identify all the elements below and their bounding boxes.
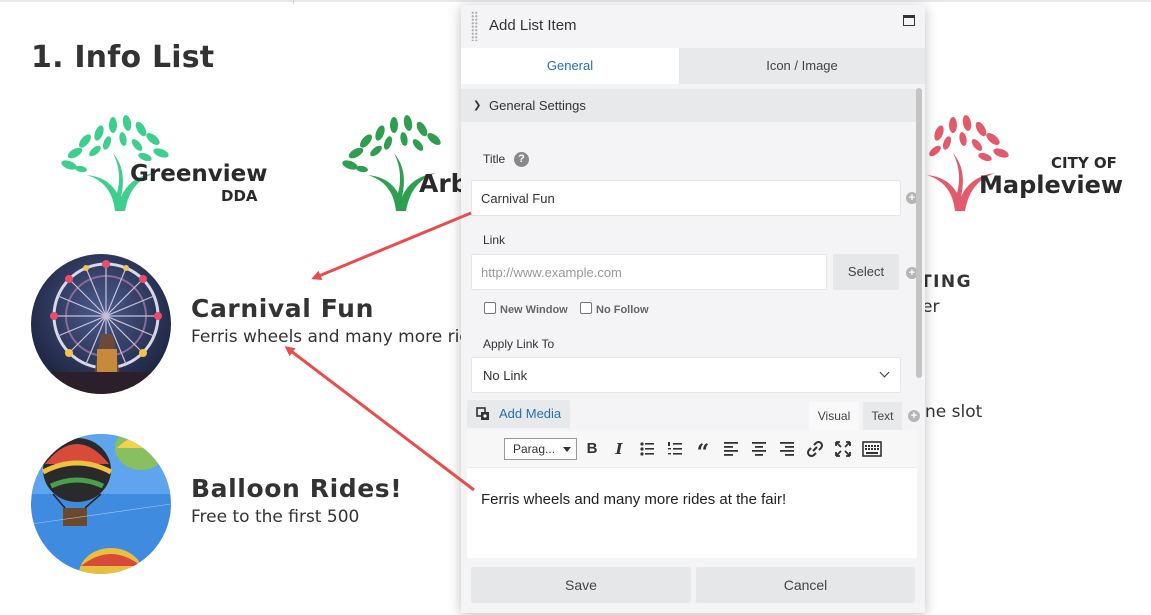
logo-greenview-name: Greenview — [130, 161, 268, 187]
paragraph-format-value: Parag... — [513, 442, 556, 456]
partial-heading: TING — [920, 272, 973, 292]
logo-greenview-sub: DDA — [221, 187, 258, 205]
plus-icon[interactable]: + — [908, 410, 920, 422]
blockquote-icon[interactable]: “ — [694, 440, 712, 466]
apply-link-to-value: No Link — [483, 367, 528, 383]
top-divider — [0, 0, 1151, 2]
arrow-to-description — [284, 346, 475, 492]
title-label: Title — [483, 152, 506, 166]
list-item-title: Balloon Rides! — [191, 474, 403, 503]
tab-visual[interactable]: Visual — [809, 402, 859, 430]
scrollbar[interactable] — [916, 88, 922, 378]
logo-greenview: Greenview DDA — [55, 113, 268, 213]
list-item-description: Free to the first 500 — [191, 507, 360, 527]
no-follow-checkbox[interactable] — [580, 302, 592, 314]
paragraph-format-select[interactable]: Parag... — [504, 438, 577, 460]
list-item-description: Ferris wheels and many more rides at the… — [191, 327, 461, 347]
no-follow-label: No Follow — [596, 304, 649, 316]
window-maximize-icon[interactable] — [903, 15, 915, 26]
add-list-item-dialog: Add List Item General Icon / Image ❯ Gen… — [461, 5, 925, 613]
add-media-label: Add Media — [499, 406, 562, 421]
dialog-header[interactable]: Add List Item — [461, 5, 925, 48]
tab-icon-image[interactable]: Icon / Image — [679, 48, 925, 84]
section-label: General Settings — [489, 98, 586, 113]
ferris-wheel-image — [31, 254, 171, 394]
dialog-title: Add List Item — [489, 17, 577, 34]
bold-icon[interactable]: B — [583, 440, 601, 458]
italic-icon[interactable]: I — [610, 440, 628, 458]
align-right-icon[interactable] — [778, 440, 796, 458]
save-button[interactable]: Save — [471, 567, 691, 603]
general-settings-toggle[interactable]: ❯ General Settings — [461, 89, 595, 122]
bullet-list-icon[interactable] — [638, 440, 656, 458]
tab-general[interactable]: General — [461, 48, 679, 84]
new-window-checkbox[interactable] — [484, 302, 496, 314]
title-input[interactable]: Carnival Fun — [471, 180, 901, 216]
tree-logo-icon — [342, 115, 441, 211]
media-icon — [476, 407, 489, 420]
hot-air-balloon-image — [31, 434, 171, 574]
add-media-button[interactable]: Add Media — [467, 400, 570, 428]
link-label: Link — [483, 233, 506, 247]
numbered-list-icon[interactable] — [666, 440, 684, 458]
editor-text[interactable]: Ferris wheels and many more rides at the… — [481, 491, 786, 508]
toolbar-toggle-icon[interactable] — [862, 440, 882, 458]
dialog-footer: Save Cancel — [461, 558, 925, 613]
select-link-button[interactable]: Select — [833, 254, 899, 290]
logo-arbor: Arb — [336, 113, 461, 213]
help-icon[interactable]: ? — [514, 152, 529, 167]
new-window-label: New Window — [500, 304, 568, 316]
arrow-to-title — [311, 211, 472, 280]
logo-mapleview: CITY OF Mapleview — [925, 113, 1125, 213]
page-root: 1. Info List Greenview DDA Arb CITY OF M… — [0, 0, 1151, 615]
link-input[interactable]: http://www.example.com — [471, 254, 827, 290]
logo-mapleview-sub: CITY OF — [1051, 154, 1117, 172]
logo-arbor-name: Arb — [419, 169, 461, 198]
drag-handle-icon[interactable] — [471, 11, 478, 41]
logo-mapleview-name: Mapleview — [979, 171, 1124, 199]
caret-down-icon — [563, 447, 571, 452]
editor-toolbar: Parag... B I “ — [467, 430, 917, 468]
tab-text[interactable]: Text — [863, 402, 902, 430]
link-icon[interactable] — [806, 440, 824, 458]
section-title: 1. Info List — [31, 40, 215, 75]
cancel-button[interactable]: Cancel — [696, 567, 915, 603]
align-center-icon[interactable] — [750, 440, 768, 458]
balloon-image — [31, 434, 171, 574]
top-divider-tick — [293, 0, 294, 4]
carnival-image — [31, 254, 171, 394]
section-bar — [595, 89, 917, 122]
partial-text: ne slot — [925, 402, 983, 422]
align-left-icon[interactable] — [722, 440, 740, 458]
chevron-down-icon — [879, 367, 890, 378]
fullscreen-icon[interactable] — [834, 440, 852, 458]
apply-link-to-label: Apply Link To — [483, 337, 555, 351]
apply-link-to-select[interactable]: No Link — [471, 357, 901, 393]
list-item-title: Carnival Fun — [191, 294, 374, 323]
chevron-down-icon: ❯ — [473, 100, 482, 111]
editor-content-area[interactable]: Ferris wheels and many more rides at the… — [467, 468, 917, 558]
dialog-body: ❯ General Settings Title ? Carnival Fun … — [461, 84, 925, 558]
